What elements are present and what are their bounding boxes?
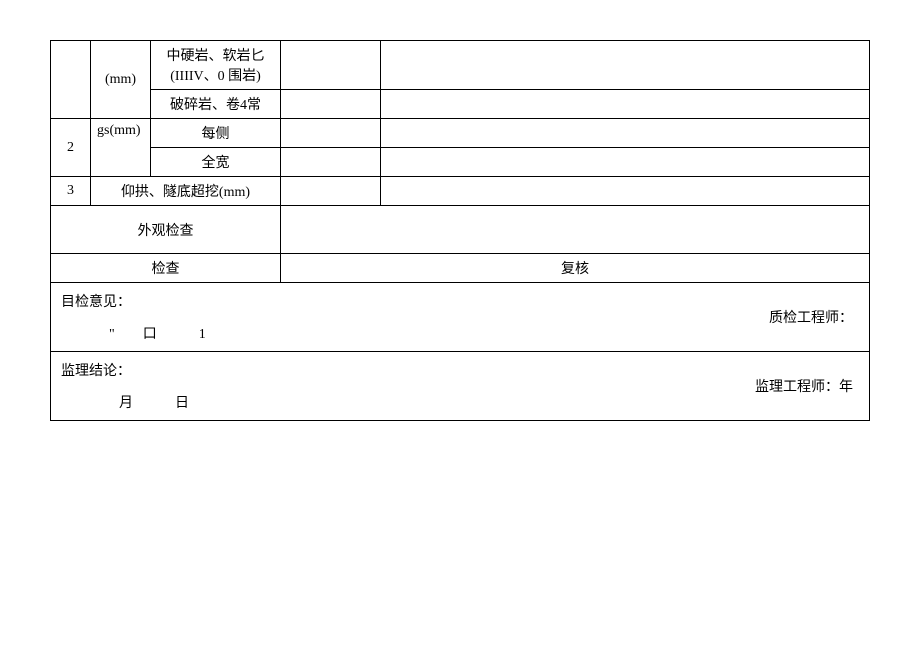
value-cell <box>281 148 381 177</box>
table-row: 2 gs(mm) 每侧 <box>51 119 870 148</box>
table-row: (mm) 中硬岩、软岩匕 (IIIIV、0 围岩) <box>51 41 870 90</box>
desc-cell: 仰拱、隧底超挖(mm) <box>91 177 281 206</box>
opinion-marks: " 口 1 <box>109 323 206 343</box>
opinion-signer: 质检工程师： <box>769 307 853 327</box>
recheck-cell: 复核 <box>281 254 870 283</box>
value-cell <box>381 148 870 177</box>
table-row: 外观检查 <box>51 206 870 254</box>
table-row: 全宽 <box>51 148 870 177</box>
conclusion-title: 监理结论： <box>61 360 131 380</box>
opinion-title: 目检意见： <box>61 291 131 311</box>
inspection-table: (mm) 中硬岩、软岩匕 (IIIIV、0 围岩) 破碎岩、卷4常 2 gs(m… <box>50 40 870 421</box>
unit-cell: (mm) <box>91 41 151 119</box>
desc-cell: 全宽 <box>151 148 281 177</box>
value-cell <box>381 119 870 148</box>
table-row: 破碎岩、卷4常 <box>51 90 870 119</box>
value-cell <box>281 41 381 90</box>
opinion-row: 目检意见： " 口 1 质检工程师： <box>51 283 870 352</box>
conclusion-date: 月 日 <box>119 392 189 412</box>
value-cell <box>381 177 870 206</box>
table-row: 3 仰拱、隧底超挖(mm) <box>51 177 870 206</box>
value-cell <box>281 90 381 119</box>
idx-cell: 2 <box>51 119 91 177</box>
value-cell <box>281 119 381 148</box>
desc-cell: 中硬岩、软岩匕 (IIIIV、0 围岩) <box>151 41 281 90</box>
conclusion-signer: 监理工程师：年 <box>755 376 853 396</box>
conclusion-row: 监理结论： 监理工程师：年 月 日 <box>51 352 870 421</box>
check-cell: 检查 <box>51 254 281 283</box>
idx-cell: 3 <box>51 177 91 206</box>
value-cell <box>281 206 870 254</box>
label-cell: 外观检查 <box>51 206 281 254</box>
value-cell <box>381 90 870 119</box>
value-cell <box>381 41 870 90</box>
desc-cell: 每侧 <box>151 119 281 148</box>
desc-cell: 破碎岩、卷4常 <box>151 90 281 119</box>
table-row: 检查 复核 <box>51 254 870 283</box>
value-cell <box>281 177 381 206</box>
sub-cell: gs(mm) <box>91 119 151 177</box>
